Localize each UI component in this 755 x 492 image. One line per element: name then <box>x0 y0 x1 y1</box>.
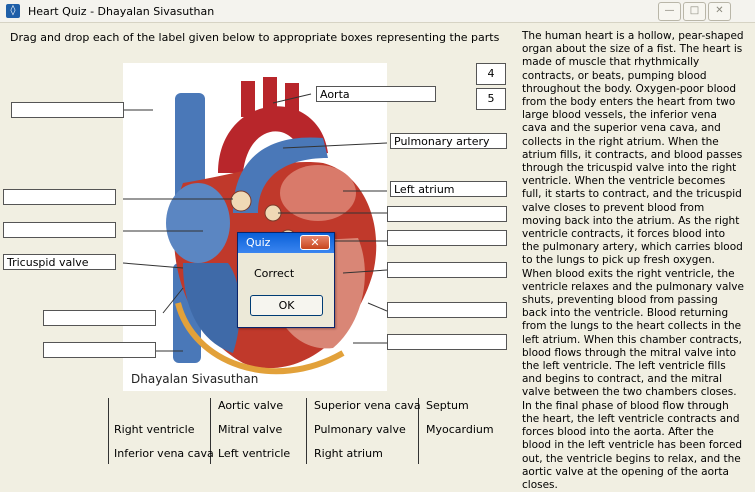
app-icon: ◊ <box>6 4 20 18</box>
label-left-ventricle[interactable]: Left ventricle <box>218 447 290 460</box>
label-mitral-valve[interactable]: Mitral valve <box>218 423 282 436</box>
dialog-title: Quiz <box>246 236 271 249</box>
quiz-dialog: Quiz ✕ Correct OK <box>237 232 335 328</box>
description-text: The human heart is a hollow, pear-shaped… <box>522 30 744 491</box>
label-pulmonary-valve[interactable]: Pulmonary valve <box>314 423 406 436</box>
divider <box>306 398 307 464</box>
drop-box[interactable] <box>43 310 156 326</box>
ok-button[interactable]: OK <box>250 295 323 316</box>
heart-diagram <box>122 63 388 391</box>
page-number-box[interactable]: 5 <box>476 88 506 110</box>
author-watermark: Dhayalan Sivasuthan <box>131 372 259 386</box>
drop-box[interactable] <box>387 206 507 222</box>
maximize-button[interactable]: □ <box>683 2 706 21</box>
dialog-close-button[interactable]: ✕ <box>300 235 330 250</box>
drop-box[interactable] <box>3 222 116 238</box>
heart-illustration <box>122 77 388 375</box>
label-right-ventricle[interactable]: Right ventricle <box>114 423 194 436</box>
label-septum[interactable]: Septum <box>426 399 469 412</box>
drop-box-pulmonary-artery[interactable]: Pulmonary artery <box>390 133 507 149</box>
drop-box[interactable] <box>387 230 507 246</box>
page-number-box[interactable]: 4 <box>476 63 506 85</box>
right-atrium-shape <box>166 183 230 263</box>
drop-box[interactable] <box>387 262 507 278</box>
window-title: Heart Quiz - Dhayalan Sivasuthan <box>28 5 215 18</box>
label-superior-vena-cava[interactable]: Superior vena cava <box>314 399 421 412</box>
drop-box[interactable] <box>387 334 507 350</box>
close-button[interactable]: ✕ <box>708 2 731 21</box>
dialog-title-bar: Quiz ✕ <box>238 233 334 253</box>
minimize-button[interactable]: — <box>658 2 681 21</box>
drop-box-tricuspid-valve[interactable]: Tricuspid valve <box>3 254 116 270</box>
pulmonary-valve-shape <box>230 190 252 212</box>
label-myocardium[interactable]: Myocardium <box>426 423 494 436</box>
title-bar: ◊ Heart Quiz - Dhayalan Sivasuthan — □ ✕ <box>0 0 755 23</box>
drop-box-left-atrium[interactable]: Left atrium <box>390 181 507 197</box>
instruction-text: Drag and drop each of the label given be… <box>10 31 500 44</box>
label-aortic-valve[interactable]: Aortic valve <box>218 399 283 412</box>
drop-box[interactable] <box>3 189 116 205</box>
dialog-message: Correct <box>254 267 295 280</box>
label-inferior-vena-cava[interactable]: Inferior vena cava <box>114 447 214 460</box>
drop-box[interactable] <box>43 342 156 358</box>
drop-box-aorta[interactable]: Aorta <box>316 86 436 102</box>
drop-box[interactable] <box>11 102 124 118</box>
divider <box>108 398 109 464</box>
label-right-atrium[interactable]: Right atrium <box>314 447 383 460</box>
drop-box[interactable] <box>387 302 507 318</box>
